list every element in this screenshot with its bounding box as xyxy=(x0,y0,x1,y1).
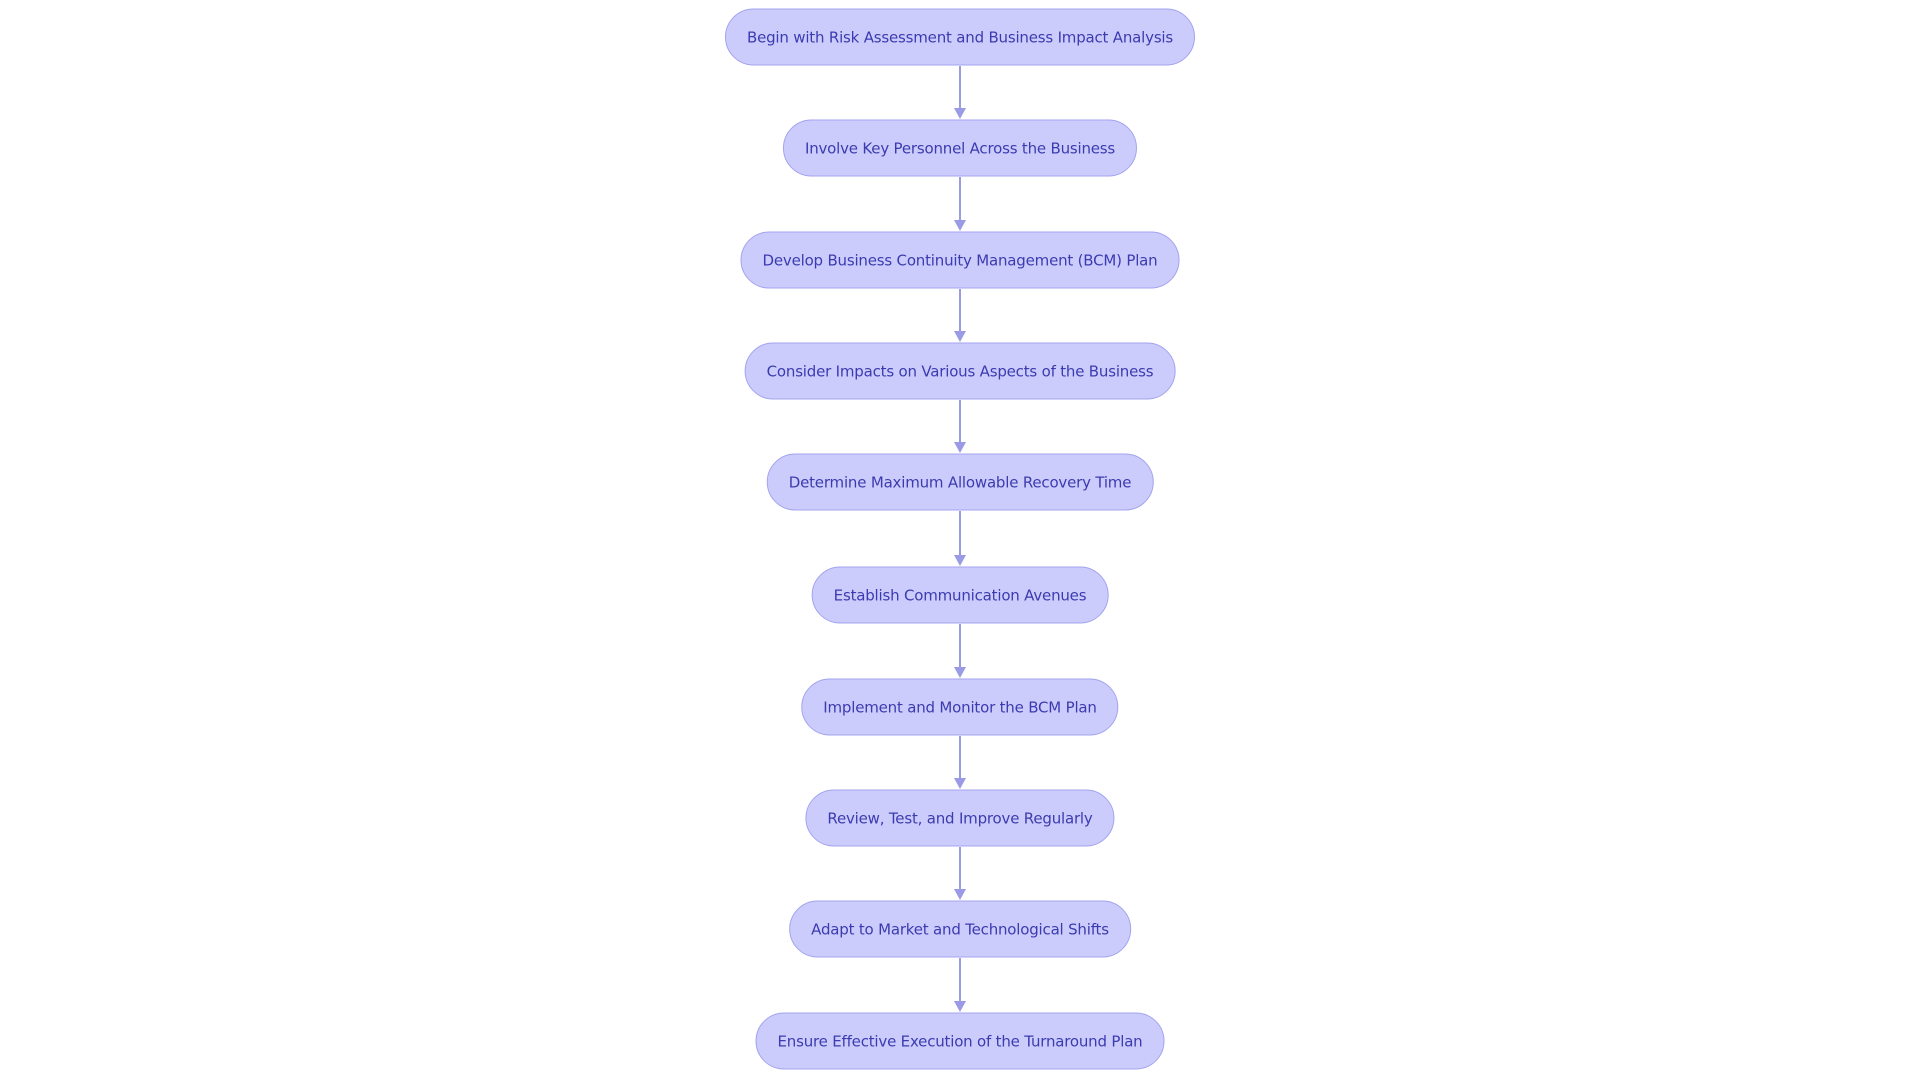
arrowhead-icon xyxy=(954,667,966,678)
flow-node: Ensure Effective Execution of the Turnar… xyxy=(755,1012,1165,1070)
flow-node: Implement and Monitor the BCM Plan xyxy=(801,678,1119,736)
arrowhead-icon xyxy=(954,331,966,342)
flow-node: Consider Impacts on Various Aspects of t… xyxy=(744,342,1176,400)
arrowhead-icon xyxy=(954,220,966,231)
flow-node: Establish Communication Avenues xyxy=(811,566,1109,624)
arrowhead-icon xyxy=(954,555,966,566)
flow-node: Review, Test, and Improve Regularly xyxy=(805,789,1115,847)
arrowhead-icon xyxy=(954,889,966,900)
flow-node: Begin with Risk Assessment and Business … xyxy=(724,8,1196,66)
arrowhead-icon xyxy=(954,442,966,453)
flow-node: Develop Business Continuity Management (… xyxy=(740,231,1180,289)
arrowhead-icon xyxy=(954,778,966,789)
flow-node: Involve Key Personnel Across the Busines… xyxy=(782,119,1138,177)
arrowhead-icon xyxy=(954,1001,966,1012)
arrowhead-icon xyxy=(954,108,966,119)
flow-node: Adapt to Market and Technological Shifts xyxy=(789,900,1131,958)
flow-node: Determine Maximum Allowable Recovery Tim… xyxy=(766,453,1154,511)
